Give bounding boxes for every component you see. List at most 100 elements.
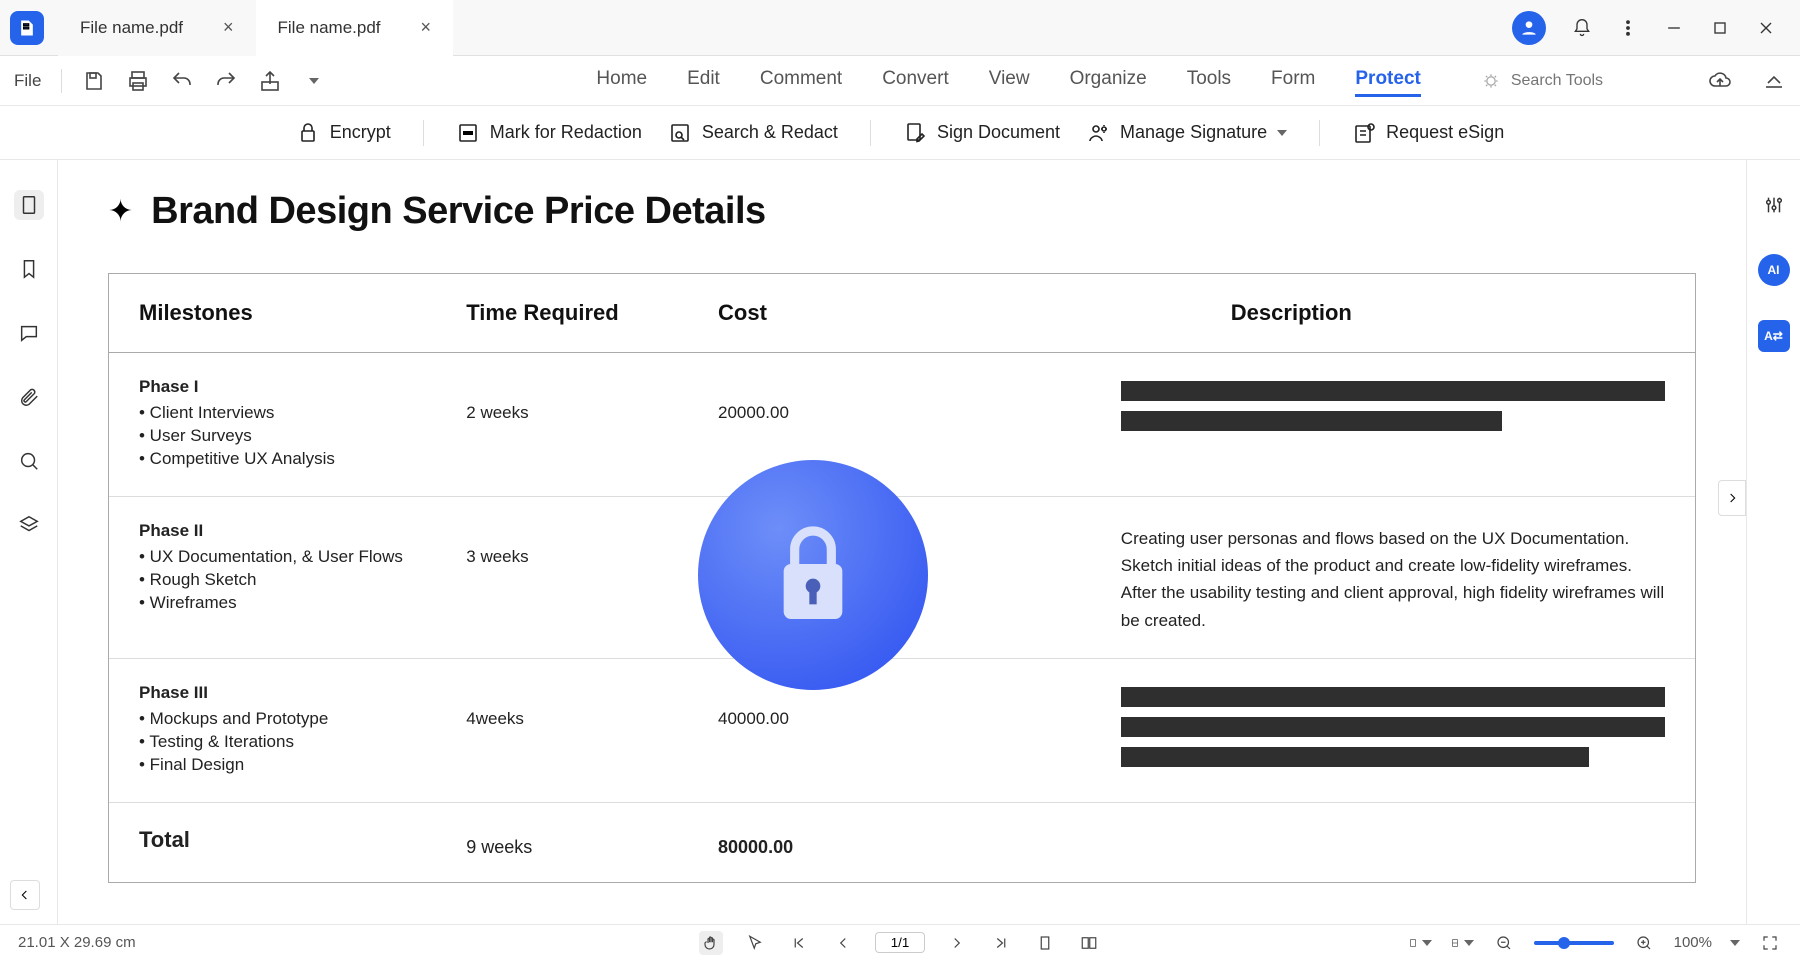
select-tool-icon[interactable] bbox=[743, 931, 767, 955]
collapse-up-icon[interactable] bbox=[1762, 69, 1786, 93]
cost-cell: 40000.00 bbox=[688, 659, 1091, 802]
collapse-right-panel-icon[interactable] bbox=[1718, 480, 1746, 516]
page-dimensions: 21.01 X 29.69 cm bbox=[18, 934, 136, 951]
th-time: Time Required bbox=[436, 274, 688, 352]
prev-page-icon[interactable] bbox=[831, 931, 855, 955]
total-cost: 80000.00 bbox=[688, 803, 1091, 882]
mark-redaction-button[interactable]: Mark for Redaction bbox=[456, 121, 642, 145]
last-page-icon[interactable] bbox=[989, 931, 1013, 955]
lock-overlay-icon bbox=[698, 460, 928, 690]
notification-icon[interactable] bbox=[1572, 18, 1592, 38]
separator bbox=[1319, 120, 1320, 146]
hand-tool-icon[interactable] bbox=[699, 931, 723, 955]
settings-icon[interactable] bbox=[1759, 190, 1789, 220]
search-icon[interactable] bbox=[14, 446, 44, 476]
time-cell: 2 weeks bbox=[436, 353, 688, 496]
redacted-bar bbox=[1121, 747, 1589, 767]
search-redact-button[interactable]: Search & Redact bbox=[668, 121, 838, 145]
search-tools[interactable] bbox=[1481, 71, 1651, 91]
separator bbox=[61, 69, 62, 93]
maximize-icon[interactable] bbox=[1710, 18, 1730, 38]
redo-icon[interactable] bbox=[214, 69, 238, 93]
tab-file-1[interactable]: File name.pdf × bbox=[58, 0, 256, 56]
tab-organize[interactable]: Organize bbox=[1070, 64, 1147, 97]
minimize-icon[interactable] bbox=[1664, 18, 1684, 38]
user-avatar-icon[interactable] bbox=[1512, 11, 1546, 45]
ai-badge-icon[interactable]: AI bbox=[1758, 254, 1790, 286]
description-cell bbox=[1091, 659, 1695, 802]
tab-comment[interactable]: Comment bbox=[760, 64, 842, 97]
attachments-icon[interactable] bbox=[14, 382, 44, 412]
request-esign-button[interactable]: Request eSign bbox=[1352, 121, 1504, 145]
next-page-icon[interactable] bbox=[945, 931, 969, 955]
tab-close-icon[interactable]: × bbox=[421, 17, 432, 38]
tool-label: Sign Document bbox=[937, 122, 1060, 143]
save-icon[interactable] bbox=[82, 69, 106, 93]
time-cell: 4weeks bbox=[436, 659, 688, 802]
collapse-left-icon[interactable] bbox=[10, 880, 40, 910]
manage-signature-button[interactable]: Manage Signature bbox=[1086, 121, 1287, 145]
chevron-down-icon bbox=[1277, 130, 1287, 136]
redacted-bar bbox=[1121, 687, 1665, 707]
table-header: Milestones Time Required Cost Descriptio… bbox=[109, 274, 1695, 353]
tab-view[interactable]: View bbox=[989, 64, 1030, 97]
print-icon[interactable] bbox=[126, 69, 150, 93]
zoom-value: 100% bbox=[1674, 934, 1712, 951]
thumbnails-icon[interactable] bbox=[14, 190, 44, 220]
redacted-bar bbox=[1121, 411, 1502, 431]
total-time: 9 weeks bbox=[436, 803, 688, 882]
comments-icon[interactable] bbox=[14, 318, 44, 348]
encrypt-button[interactable]: Encrypt bbox=[296, 121, 391, 145]
zoom-dropdown-icon[interactable] bbox=[1730, 940, 1740, 946]
cost-cell: 20000.00 bbox=[688, 353, 1091, 496]
first-page-icon[interactable] bbox=[787, 931, 811, 955]
document-content: ✦ Brand Design Service Price Details Mil… bbox=[58, 160, 1746, 924]
tab-tools[interactable]: Tools bbox=[1187, 64, 1231, 97]
protect-toolbar: Encrypt Mark for Redaction Search & Reda… bbox=[0, 106, 1800, 160]
bookmarks-icon[interactable] bbox=[14, 254, 44, 284]
sign-document-button[interactable]: Sign Document bbox=[903, 121, 1060, 145]
search-tools-input[interactable] bbox=[1511, 72, 1651, 90]
th-milestones: Milestones bbox=[109, 274, 436, 352]
tool-label: Manage Signature bbox=[1120, 122, 1267, 143]
main-toolbar: File Home Edit Comment Convert View Orga… bbox=[0, 56, 1800, 106]
document-title: Brand Design Service Price Details bbox=[151, 190, 766, 233]
close-icon[interactable] bbox=[1756, 18, 1776, 38]
milestones-cell: Phase I• Client Interviews• User Surveys… bbox=[109, 353, 436, 496]
single-page-icon[interactable] bbox=[1033, 931, 1057, 955]
tool-label: Encrypt bbox=[330, 122, 391, 143]
undo-icon[interactable] bbox=[170, 69, 194, 93]
tab-file-2[interactable]: File name.pdf × bbox=[256, 0, 454, 56]
tab-edit[interactable]: Edit bbox=[687, 64, 720, 97]
zoom-slider[interactable] bbox=[1534, 941, 1614, 945]
file-menu[interactable]: File bbox=[14, 71, 41, 91]
tab-convert[interactable]: Convert bbox=[882, 64, 949, 97]
translate-badge-icon[interactable]: A⇄ bbox=[1758, 320, 1790, 352]
tab-close-icon[interactable]: × bbox=[223, 17, 234, 38]
tab-label: File name.pdf bbox=[80, 18, 183, 38]
two-page-icon[interactable] bbox=[1077, 931, 1101, 955]
zoom-in-icon[interactable] bbox=[1632, 931, 1656, 955]
page-input[interactable] bbox=[875, 932, 925, 953]
tab-form[interactable]: Form bbox=[1271, 64, 1315, 97]
layers-icon[interactable] bbox=[14, 510, 44, 540]
cloud-upload-icon[interactable] bbox=[1708, 69, 1732, 93]
milestones-cell: Phase II• UX Documentation, & User Flows… bbox=[109, 497, 436, 658]
separator bbox=[870, 120, 871, 146]
fit-width-icon[interactable] bbox=[1408, 931, 1432, 955]
more-icon[interactable] bbox=[1618, 18, 1638, 38]
tool-label: Mark for Redaction bbox=[490, 122, 642, 143]
redacted-bar bbox=[1121, 717, 1665, 737]
tab-protect[interactable]: Protect bbox=[1355, 64, 1420, 97]
app-logo-icon[interactable] bbox=[10, 11, 44, 45]
dropdown-icon[interactable] bbox=[302, 69, 326, 93]
tab-home[interactable]: Home bbox=[596, 64, 647, 97]
th-description: Description bbox=[1091, 274, 1695, 352]
share-icon[interactable] bbox=[258, 69, 282, 93]
description-cell: Creating user personas and flows based o… bbox=[1091, 497, 1695, 658]
zoom-out-icon[interactable] bbox=[1492, 931, 1516, 955]
description-cell bbox=[1091, 353, 1695, 496]
fullscreen-icon[interactable] bbox=[1758, 931, 1782, 955]
milestones-cell: Phase III• Mockups and Prototype• Testin… bbox=[109, 659, 436, 802]
view-mode-icon[interactable] bbox=[1450, 931, 1474, 955]
